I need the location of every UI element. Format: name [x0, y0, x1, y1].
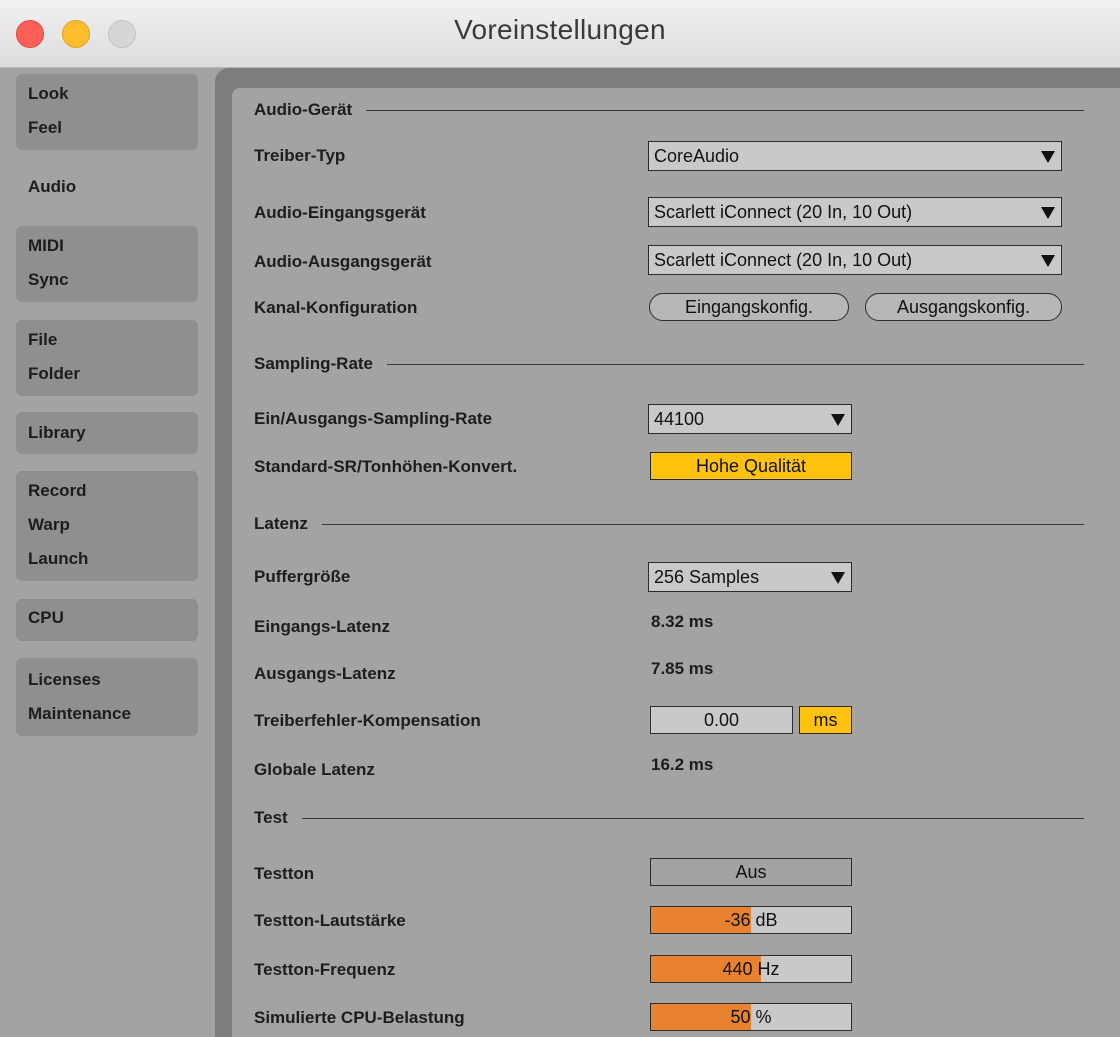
nav-item-cpu[interactable]: CPU	[16, 601, 198, 635]
nav-item-licenses[interactable]: Licenses	[16, 663, 198, 697]
driver-type-dropdown[interactable]: CoreAudio	[648, 141, 1062, 171]
section-divider	[387, 363, 1084, 365]
output-latency-label: Ausgangs-Latenz	[254, 664, 396, 683]
nav-item-launch[interactable]: Launch	[16, 542, 198, 576]
sr-conversion-toggle[interactable]: Hohe Qualität	[650, 452, 852, 480]
output-latency-value: 7.85 ms	[651, 659, 714, 678]
nav-item-feel[interactable]: Feel	[16, 111, 198, 145]
nav-group-audio[interactable]: Audio	[16, 158, 216, 214]
cpu-load-label: Simulierte CPU-Belastung	[254, 1008, 465, 1027]
nav-item-library[interactable]: Library	[16, 416, 198, 450]
output-device-label: Audio-Ausgangsgerät	[254, 252, 432, 271]
buffer-size-label: Puffergröße	[254, 567, 351, 586]
driver-comp-input[interactable]: 0.00	[650, 706, 793, 734]
driver-comp-unit-toggle[interactable]: ms	[799, 706, 852, 734]
test-frequency-slider[interactable]: 440 Hz	[650, 955, 852, 983]
driver-type-label: Treiber-Typ	[254, 146, 346, 165]
test-frequency-label: Testton-Frequenz	[254, 960, 396, 979]
buffer-size-dropdown[interactable]: 256 Samples	[648, 562, 852, 592]
driver-comp-label: Treiberfehler-Kompensation	[254, 711, 481, 730]
section-header-audio-device: Audio-Gerät	[254, 98, 1084, 122]
nav-item-maintenance[interactable]: Maintenance	[16, 697, 198, 731]
title-bar: Voreinstellungen	[0, 0, 1120, 68]
input-config-button[interactable]: Eingangskonfig.	[649, 293, 849, 321]
global-latency-value: 16.2 ms	[651, 755, 714, 774]
section-title: Test	[254, 808, 288, 827]
nav-item-record[interactable]: Record	[16, 474, 198, 508]
nav-group-midi-sync[interactable]: MIDI Sync	[16, 226, 198, 302]
section-divider	[366, 109, 1084, 111]
output-device-value: Scarlett iConnect (20 In, 10 Out)	[654, 250, 913, 270]
section-header-sampling-rate: Sampling-Rate	[254, 352, 1084, 376]
nav-group-cpu[interactable]: CPU	[16, 599, 198, 641]
dropdown-arrow-icon	[831, 414, 845, 426]
input-latency-value: 8.32 ms	[651, 612, 714, 631]
cpu-load-value: 50 %	[730, 1007, 772, 1027]
nav-item-file[interactable]: File	[16, 323, 198, 357]
section-title: Sampling-Rate	[254, 354, 374, 373]
section-divider	[321, 523, 1084, 525]
dropdown-arrow-icon	[1041, 207, 1055, 219]
nav-group-licenses-maintenance[interactable]: Licenses Maintenance	[16, 658, 198, 736]
nav-item-warp[interactable]: Warp	[16, 508, 198, 542]
nav-item-midi[interactable]: MIDI	[16, 229, 198, 263]
input-device-label: Audio-Eingangsgerät	[254, 203, 426, 222]
sampling-rate-value: 44100	[654, 409, 705, 429]
sampling-rate-label: Ein/Ausgangs-Sampling-Rate	[254, 409, 493, 428]
test-tone-label: Testton	[254, 864, 315, 883]
sr-conversion-label: Standard-SR/Tonhöhen-Konvert.	[254, 457, 518, 476]
preferences-sidebar: Look Feel Audio MIDI Sync File Folder Li…	[0, 68, 216, 1037]
input-device-dropdown[interactable]: Scarlett iConnect (20 In, 10 Out)	[648, 197, 1062, 227]
test-volume-label: Testton-Lautstärke	[254, 911, 406, 930]
input-latency-label: Eingangs-Latenz	[254, 617, 391, 636]
cpu-load-slider[interactable]: 50 %	[650, 1003, 852, 1031]
nav-group-library[interactable]: Library	[16, 412, 198, 454]
section-header-test: Test	[254, 806, 1084, 830]
output-device-dropdown[interactable]: Scarlett iConnect (20 In, 10 Out)	[648, 245, 1062, 275]
output-config-button[interactable]: Ausgangskonfig.	[865, 293, 1062, 321]
nav-item-audio[interactable]: Audio	[16, 170, 216, 204]
buffer-size-value: 256 Samples	[654, 567, 760, 587]
dropdown-arrow-icon	[1041, 255, 1055, 267]
section-divider	[301, 817, 1084, 819]
section-title: Audio-Gerät	[254, 100, 353, 119]
dropdown-arrow-icon	[831, 572, 845, 584]
test-volume-slider[interactable]: -36 dB	[650, 906, 852, 934]
channel-config-label: Kanal-Konfiguration	[254, 298, 418, 317]
test-frequency-value: 440 Hz	[722, 959, 780, 979]
driver-type-value: CoreAudio	[654, 146, 740, 166]
nav-group-file-folder[interactable]: File Folder	[16, 320, 198, 396]
nav-group-look-feel[interactable]: Look Feel	[16, 74, 198, 150]
test-volume-value: -36 dB	[724, 910, 778, 930]
nav-item-look[interactable]: Look	[16, 77, 198, 111]
test-tone-toggle[interactable]: Aus	[650, 858, 852, 886]
nav-item-folder[interactable]: Folder	[16, 357, 198, 391]
section-header-latency: Latenz	[254, 512, 1084, 536]
input-device-value: Scarlett iConnect (20 In, 10 Out)	[654, 202, 913, 222]
dropdown-arrow-icon	[1041, 151, 1055, 163]
sampling-rate-dropdown[interactable]: 44100	[648, 404, 852, 434]
section-title: Latenz	[254, 514, 308, 533]
global-latency-label: Globale Latenz	[254, 760, 375, 779]
nav-group-record-warp-launch[interactable]: Record Warp Launch	[16, 471, 198, 581]
nav-item-sync[interactable]: Sync	[16, 263, 198, 297]
window-title: Voreinstellungen	[454, 14, 666, 45]
